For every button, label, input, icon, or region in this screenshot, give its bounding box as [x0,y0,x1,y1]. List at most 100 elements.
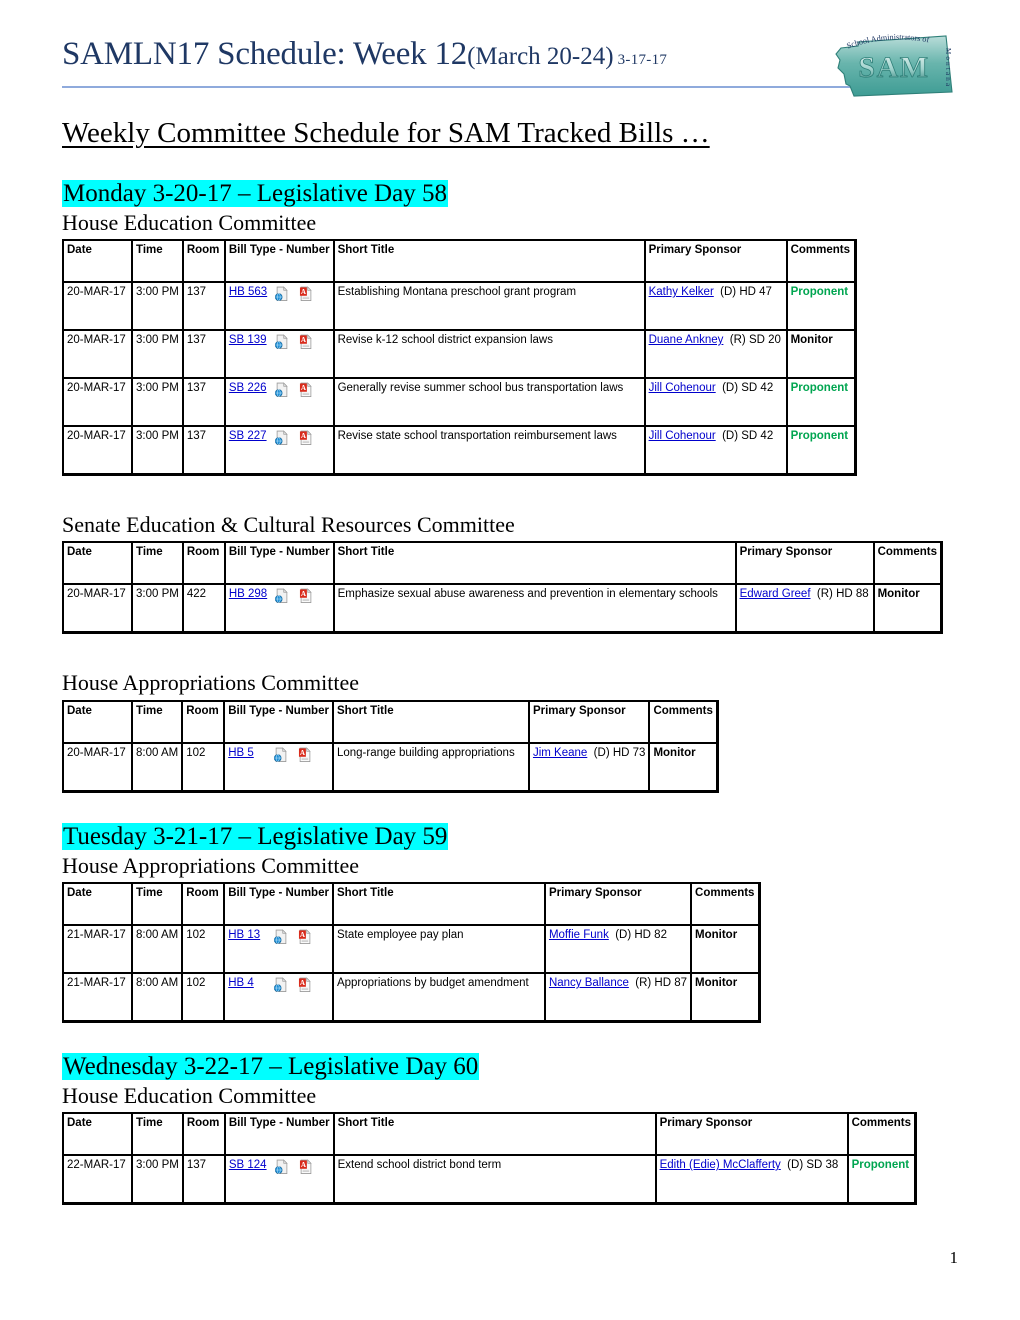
pdf-document-icon[interactable] [297,977,313,993]
bill-document-icons [274,430,314,446]
html-document-icon[interactable] [274,382,290,398]
sponsor-party-district: (R) HD 87 [628,977,688,990]
pdf-document-icon[interactable] [297,929,313,945]
title-main: SAMLN17 Schedule: Week 12 [62,36,468,72]
cell-date: 20-MAR-17 [63,330,132,379]
cell-room: 137 [182,426,225,475]
cell-primary-sponsor: Nancy Ballance (R) HD 87 [544,973,692,1022]
html-document-icon[interactable] [273,929,289,945]
sponsor-link[interactable]: Jill Cohenour [649,382,716,394]
cell-short-title: State employee pay plan [332,925,545,974]
sponsor-link[interactable]: Duane Ankney [649,334,724,346]
html-document-icon[interactable] [274,286,290,302]
schedule-table: Date Time Room Bill Type - Number Short Titl… [62,699,719,793]
bill-document-icons [273,977,313,993]
cell-bill-number: SB 226 [224,378,334,427]
cell-room: 137 [182,330,225,379]
cell-date: 20-MAR-17 [63,584,132,633]
cell-primary-sponsor: Edward Greef (R) HD 88 [735,584,874,633]
html-document-icon[interactable] [274,1159,290,1175]
day-heading-label: Tuesday 3-21-17 – Legislative Day 59 [62,822,449,850]
bill-link[interactable]: SB 227 [229,430,267,442]
bill-link[interactable]: HB 13 [228,929,260,941]
column-header-primary-sponsor: Primary Sponsor [655,1113,848,1156]
column-header-date: Date [63,240,132,283]
cell-primary-sponsor: Jim Keane (D) HD 73 [528,742,650,791]
sponsor-link[interactable]: Kathy Kelker [649,286,714,298]
pdf-document-icon[interactable] [298,588,314,604]
day-section: Wednesday 3-22-17 – Legislative Day 60 Ho… [62,1053,958,1206]
sponsor-link[interactable]: Edward Greef [740,588,811,600]
html-document-icon[interactable] [274,430,290,446]
column-header-primary-sponsor: Primary Sponsor [735,542,874,585]
sponsor-link[interactable]: Edith (Edie) McClafferty [660,1159,781,1171]
day-heading-label: Wednesday 3-22-17 – Legislative Day 60 [62,1053,480,1081]
html-document-icon[interactable] [274,334,290,350]
committee-name: House Appropriations Committee [62,670,359,696]
pdf-document-icon[interactable] [297,747,313,763]
sponsor-party-district: (D) HD 73 [587,746,646,759]
pdf-document-icon[interactable] [298,1159,314,1175]
bill-link[interactable]: SB 139 [229,334,267,346]
bill-link[interactable]: HB 4 [228,977,254,989]
bill-link[interactable]: HB 298 [229,588,267,600]
bill-link[interactable]: HB 5 [228,747,254,759]
cell-comment: Monitor [691,925,760,974]
sponsor-link[interactable]: Jim Keane [533,747,587,759]
day-heading: Wednesday 3-22-17 – Legislative Day 60 [62,1053,958,1081]
sponsor-link[interactable]: Nancy Ballance [549,977,629,989]
pdf-document-icon[interactable] [298,286,314,302]
page-title: SAMLN17 Schedule: Week 12(March 20-24) 3… [62,36,667,73]
bill-document-icons [274,1159,314,1175]
sponsor-party-district: (D) HD 47 [713,286,772,299]
cell-short-title: Emphasize sexual abuse awareness and pre… [333,584,736,633]
cell-bill-number: SB 227 [224,426,334,475]
cell-date: 20-MAR-17 [63,378,132,427]
cell-comment: Monitor [786,330,855,379]
column-header-short-title: Short Title [332,883,545,926]
html-document-icon[interactable] [274,588,290,604]
table-header-row: Date Time Room Bill Type - Number Short Titl… [63,700,717,743]
cell-bill-number: HB 4 [224,973,333,1022]
bill-link[interactable]: HB 563 [229,286,267,298]
bill-document-icons [274,588,314,604]
table-header-row: Date Time Room Bill Type - Number Short Titl… [63,240,855,283]
status-badge: Monitor [790,334,833,347]
table-row: 20-MAR-17 8:00 AM 102 HB 5 Long-range buildi… [63,742,717,791]
cell-date: 20-MAR-17 [63,426,132,475]
pdf-document-icon[interactable] [298,334,314,350]
column-header-time: Time [132,700,183,743]
cell-bill-number: HB 13 [224,925,333,974]
table-row: 20-MAR-17 3:00 PM 422 HB 298 Emphasize sexua… [63,584,942,633]
bill-document-icons [273,929,313,945]
sponsor-link[interactable]: Jill Cohenour [649,430,716,442]
sponsor-link[interactable]: Moffie Funk [549,929,609,941]
committee-name: House Appropriations Committee [62,852,359,878]
title-divider [62,86,852,88]
column-header-room: Room [182,1113,225,1156]
schedule-table: Date Time Room Bill Type - Number Short Titl… [62,1112,918,1206]
title-revision-date: 3-17-17 [617,52,668,68]
cell-short-title: Generally revise summer school bus trans… [333,378,645,427]
bill-link[interactable]: SB 124 [229,1159,267,1171]
day-heading: Monday 3-20-17 – Legislative Day 58 [62,179,958,208]
table-row: 20-MAR-17 3:00 PM 137 SB 227 Revise state sc… [63,426,855,475]
column-header-bill-type-number: Bill Type - Number [224,240,334,283]
bill-document-icons [274,382,314,398]
cell-date: 21-MAR-17 [63,973,132,1022]
cell-primary-sponsor: Edith (Edie) McClafferty (D) SD 38 [655,1155,848,1204]
html-document-icon[interactable] [273,977,289,993]
status-badge: Monitor [695,929,738,942]
sponsor-party-district: (D) SD 42 [715,382,774,395]
html-document-icon[interactable] [273,747,289,763]
table-row: 20-MAR-17 3:00 PM 137 SB 139 Revise k-12 sch… [63,330,855,379]
pdf-document-icon[interactable] [298,430,314,446]
cell-date: 20-MAR-17 [63,742,132,791]
bill-link[interactable]: SB 226 [229,382,267,394]
cell-short-title: Long-range building appropriations [332,742,529,791]
committee-name: House Education Committee [62,209,317,235]
cell-time: 3:00 PM [132,282,183,331]
cell-short-title: Revise state school transportation reimb… [333,426,645,475]
pdf-document-icon[interactable] [298,382,314,398]
status-badge: Proponent [790,286,849,299]
